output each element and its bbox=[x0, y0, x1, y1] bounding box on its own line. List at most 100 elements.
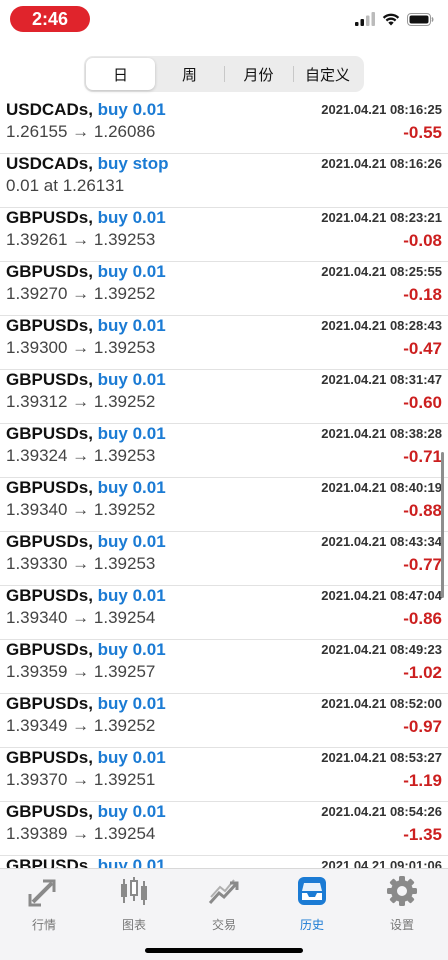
trade-prices: 1.39349 → 1.39252 bbox=[6, 716, 156, 735]
trade-row[interactable]: USDCADs, buy stop 2021.04.21 08:16:26 0.01… bbox=[0, 154, 448, 208]
trade-separator: , bbox=[88, 532, 98, 551]
wifi-icon bbox=[382, 13, 400, 26]
trade-symbol: GBPUSDs bbox=[6, 748, 89, 767]
trade-action: buy 0.01 bbox=[97, 100, 166, 119]
trade-row[interactable]: GBPUSDs, buy 0.01 2021.04.21 08:53:27 1.39… bbox=[0, 748, 448, 802]
trade-action: buy 0.01 bbox=[97, 748, 166, 767]
trade-profit: -1.02 bbox=[403, 663, 442, 682]
trade-symbol: GBPUSDs bbox=[6, 316, 89, 335]
tab-trade[interactable]: 交易 bbox=[188, 875, 260, 933]
trade-separator: , bbox=[88, 208, 98, 227]
segment-day[interactable]: 日 bbox=[86, 58, 155, 90]
trade-action: buy 0.01 bbox=[97, 370, 166, 389]
trade-row[interactable]: GBPUSDs, buy 0.01 2021.04.21 08:25:55 1.39… bbox=[0, 262, 448, 316]
history-inbox-icon bbox=[298, 877, 326, 905]
trade-separator: , bbox=[88, 586, 98, 605]
tab-label-charts: 图表 bbox=[121, 918, 146, 932]
segment-week[interactable]: 周 bbox=[155, 58, 224, 90]
trade-action: buy 0.01 bbox=[97, 532, 166, 551]
trade-prices: 1.39312 → 1.39252 bbox=[6, 392, 156, 411]
trade-row[interactable]: GBPUSDs, buy 0.01 2021.04.21 09:01:06 bbox=[0, 856, 448, 868]
trade-separator: , bbox=[88, 100, 98, 119]
trade-separator: , bbox=[88, 802, 98, 821]
trade-prices: 1.26155 → 1.26086 bbox=[6, 122, 156, 141]
trade-separator: , bbox=[88, 154, 98, 173]
trade-separator: , bbox=[88, 640, 98, 659]
trade-title: GBPUSDs, buy 0.01 bbox=[6, 262, 166, 281]
trade-separator: , bbox=[88, 856, 98, 868]
segment-custom[interactable]: 自定义 bbox=[293, 58, 362, 90]
trade-separator: , bbox=[88, 316, 98, 335]
trade-title: GBPUSDs, buy 0.01 bbox=[6, 424, 166, 443]
trade-row[interactable]: GBPUSDs, buy 0.01 2021.04.21 08:23:21 1.39… bbox=[0, 208, 448, 262]
trade-time: 2021.04.21 08:47:04 bbox=[321, 588, 442, 603]
trade-row[interactable]: GBPUSDs, buy 0.01 2021.04.21 08:43:34 1.39… bbox=[0, 532, 448, 586]
trade-separator: , bbox=[88, 424, 98, 443]
trade-time: 2021.04.21 08:16:25 bbox=[321, 102, 442, 117]
trade-time: 2021.04.21 08:52:00 bbox=[321, 696, 442, 711]
trade-symbol: GBPUSDs bbox=[6, 694, 89, 713]
trade-row[interactable]: GBPUSDs, buy 0.01 2021.04.21 08:47:04 1.39… bbox=[0, 586, 448, 640]
trade-title: GBPUSDs, buy 0.01 bbox=[6, 478, 166, 497]
trade-profit: -0.88 bbox=[403, 501, 442, 520]
trade-symbol: GBPUSDs bbox=[6, 532, 89, 551]
trade-title: GBPUSDs, buy 0.01 bbox=[6, 370, 166, 389]
trade-profit: -0.47 bbox=[403, 339, 442, 358]
trade-time: 2021.04.21 08:40:19 bbox=[321, 480, 442, 495]
trade-profit: -0.86 bbox=[403, 609, 442, 628]
trade-row[interactable]: GBPUSDs, buy 0.01 2021.04.21 08:38:28 1.39… bbox=[0, 424, 448, 478]
trade-row[interactable]: GBPUSDs, buy 0.01 2021.04.21 08:28:43 1.39… bbox=[0, 316, 448, 370]
trade-symbol: GBPUSDs bbox=[6, 370, 89, 389]
tab-label-quotes: 行情 bbox=[31, 918, 56, 932]
trade-prices: 1.39370 → 1.39251 bbox=[6, 770, 156, 789]
status-time: 2:46 bbox=[10, 6, 90, 32]
trade-symbol: USDCADs bbox=[6, 100, 89, 119]
trade-profit: -0.71 bbox=[403, 447, 442, 466]
trade-action: buy 0.01 bbox=[97, 208, 166, 227]
trade-time: 2021.04.21 08:38:28 bbox=[321, 426, 442, 441]
trade-action: buy 0.01 bbox=[97, 316, 166, 335]
trade-action: buy 0.01 bbox=[97, 262, 166, 281]
trade-symbol: GBPUSDs bbox=[6, 640, 89, 659]
trade-title: GBPUSDs, buy 0.01 bbox=[6, 748, 166, 767]
trade-profit: -1.19 bbox=[403, 771, 442, 790]
tab-settings[interactable]: 设置 bbox=[366, 875, 438, 933]
trade-title: GBPUSDs, buy 0.01 bbox=[6, 856, 166, 868]
tab-quotes[interactable]: 行情 bbox=[8, 875, 80, 933]
scroll-indicator[interactable] bbox=[441, 452, 444, 598]
home-indicator bbox=[145, 948, 303, 953]
trade-separator: , bbox=[88, 748, 98, 767]
trade-prices: 1.39389 → 1.39254 bbox=[6, 824, 156, 843]
trade-time: 2021.04.21 08:23:21 bbox=[321, 210, 442, 225]
trade-time: 2021.04.21 08:43:34 bbox=[321, 534, 442, 549]
trade-profit: -1.35 bbox=[403, 825, 442, 844]
trade-row[interactable]: GBPUSDs, buy 0.01 2021.04.21 08:52:00 1.39… bbox=[0, 694, 448, 748]
trade-row[interactable]: USDCADs, buy 0.01 2021.04.21 08:16:25 1.26… bbox=[0, 100, 448, 154]
quotes-arrows-icon bbox=[28, 879, 56, 907]
history-list[interactable]: USDCADs, buy 0.01 2021.04.21 08:16:25 1.26… bbox=[0, 100, 448, 868]
trade-time: 2021.04.21 08:49:23 bbox=[321, 642, 442, 657]
trade-title: GBPUSDs, buy 0.01 bbox=[6, 802, 166, 821]
trade-title: USDCADs, buy 0.01 bbox=[6, 100, 166, 119]
trade-action: buy 0.01 bbox=[97, 802, 166, 821]
segment-month[interactable]: 月份 bbox=[224, 58, 293, 90]
tab-history[interactable]: 历史 bbox=[276, 875, 348, 933]
trade-time: 2021.04.21 08:54:26 bbox=[321, 804, 442, 819]
trade-symbol: GBPUSDs bbox=[6, 208, 89, 227]
trade-separator: , bbox=[88, 262, 98, 281]
trade-title: GBPUSDs, buy 0.01 bbox=[6, 208, 166, 227]
trade-row[interactable]: GBPUSDs, buy 0.01 2021.04.21 08:31:47 1.39… bbox=[0, 370, 448, 424]
trade-row[interactable]: GBPUSDs, buy 0.01 2021.04.21 08:40:19 1.39… bbox=[0, 478, 448, 532]
status-icons bbox=[355, 12, 434, 26]
trade-row[interactable]: GBPUSDs, buy 0.01 2021.04.21 08:49:23 1.39… bbox=[0, 640, 448, 694]
trade-prices: 1.39340 → 1.39254 bbox=[6, 608, 156, 627]
trade-title: GBPUSDs, buy 0.01 bbox=[6, 586, 166, 605]
trade-title: USDCADs, buy stop bbox=[6, 154, 168, 173]
candlestick-chart-icon bbox=[121, 877, 147, 905]
tab-charts[interactable]: 图表 bbox=[98, 875, 170, 933]
trade-action: buy 0.01 bbox=[97, 424, 166, 443]
trade-row[interactable]: GBPUSDs, buy 0.01 2021.04.21 08:54:26 1.39… bbox=[0, 802, 448, 856]
trade-action: buy 0.01 bbox=[97, 856, 166, 868]
trade-prices: 1.39330 → 1.39253 bbox=[6, 554, 156, 573]
trade-chart-icon bbox=[208, 879, 239, 905]
